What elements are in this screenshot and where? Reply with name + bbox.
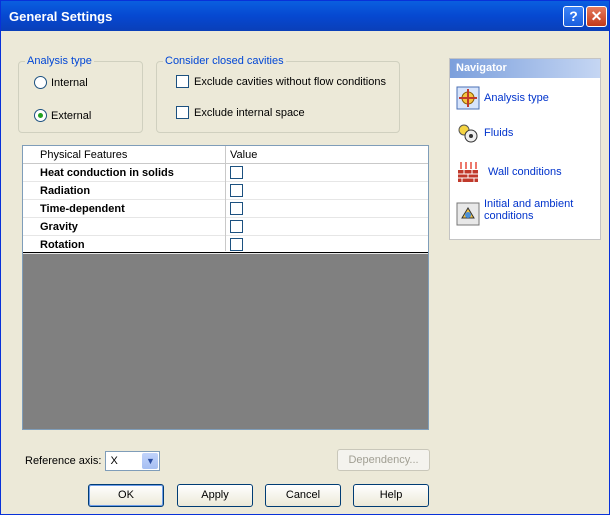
navigator-title: Navigator — [450, 59, 600, 78]
exclude-internal-space-checkbox[interactable] — [176, 106, 189, 119]
closed-cavities-legend: Consider closed cavities — [163, 55, 286, 67]
initial-conditions-icon — [456, 202, 480, 226]
internal-radio-label: Internal — [51, 76, 88, 89]
exclude-internal-space-label: Exclude internal space — [194, 106, 305, 119]
feature-label: Radiation — [40, 185, 91, 197]
internal-radio[interactable]: Internal — [34, 76, 88, 89]
reference-axis-label: Reference axis: — [25, 455, 102, 467]
radiation-checkbox[interactable] — [230, 184, 243, 197]
nav-item-analysis-type[interactable]: Analysis type — [456, 86, 549, 110]
external-radio-button[interactable] — [34, 109, 47, 122]
title-bar: General Settings ? ✕ — [1, 1, 609, 31]
general-settings-dialog: General Settings ? ✕ Analysis type Inter… — [0, 0, 610, 515]
exclude-cavities-label: Exclude cavities without flow conditions — [194, 75, 386, 88]
wall-conditions-icon — [458, 162, 478, 182]
reference-axis-select[interactable]: X ▼ — [105, 451, 161, 471]
help-title-button[interactable]: ? — [563, 6, 584, 27]
heat-conduction-checkbox[interactable] — [230, 166, 243, 179]
dependency-button[interactable]: Dependency... — [337, 449, 430, 471]
close-button[interactable]: ✕ — [586, 6, 607, 27]
reference-axis-row: Reference axis: X ▼ — [25, 451, 161, 471]
nav-item-wall-conditions[interactable]: Wall conditions — [456, 160, 562, 184]
column-header-features: Physical Features — [40, 149, 128, 161]
feature-label: Rotation — [40, 239, 85, 251]
navigator-panel: Navigator Analysis type Fluids Wall cond… — [449, 58, 601, 240]
physical-features-table: Physical Features Value Heat conduction … — [22, 145, 429, 430]
column-divider — [225, 146, 226, 251]
nav-item-label: Analysis type — [484, 92, 549, 104]
nav-item-label: Initial and ambient conditions — [484, 198, 574, 222]
feature-label: Time-dependent — [40, 203, 125, 215]
chevron-down-icon[interactable]: ▼ — [142, 453, 159, 469]
feature-label: Heat conduction in solids — [40, 167, 174, 179]
help-button[interactable]: Help — [353, 484, 429, 507]
apply-button[interactable]: Apply — [177, 484, 253, 507]
external-radio-label: External — [51, 109, 92, 122]
grid-divider — [23, 252, 428, 253]
gravity-checkbox[interactable] — [230, 220, 243, 233]
feature-label: Gravity — [40, 221, 78, 233]
exclude-cavities-checkbox[interactable] — [176, 75, 189, 88]
cancel-button[interactable]: Cancel — [265, 484, 341, 507]
analysis-type-icon — [456, 86, 480, 110]
analysis-type-legend: Analysis type — [25, 55, 94, 67]
nav-item-initial-conditions[interactable]: Initial and ambient conditions — [456, 198, 584, 226]
ok-button[interactable]: OK — [88, 484, 164, 507]
exclude-cavities-option[interactable]: Exclude cavities without flow conditions — [176, 75, 386, 88]
fluids-icon — [458, 124, 478, 143]
exclude-internal-space-option[interactable]: Exclude internal space — [176, 106, 305, 119]
nav-item-label: Fluids — [484, 127, 514, 139]
rotation-checkbox[interactable] — [230, 238, 243, 251]
internal-radio-button[interactable] — [34, 76, 47, 89]
reference-axis-value: X — [110, 455, 118, 467]
nav-item-label: Wall conditions — [488, 166, 562, 178]
window-title: General Settings — [9, 9, 113, 24]
closed-cavities-group: Consider closed cavities Exclude cavitie… — [156, 55, 400, 133]
column-header-value: Value — [230, 149, 258, 161]
analysis-type-group: Analysis type Internal External — [18, 55, 143, 133]
time-dependent-checkbox[interactable] — [230, 202, 243, 215]
nav-item-fluids[interactable]: Fluids — [456, 121, 513, 145]
external-radio[interactable]: External — [34, 109, 91, 122]
